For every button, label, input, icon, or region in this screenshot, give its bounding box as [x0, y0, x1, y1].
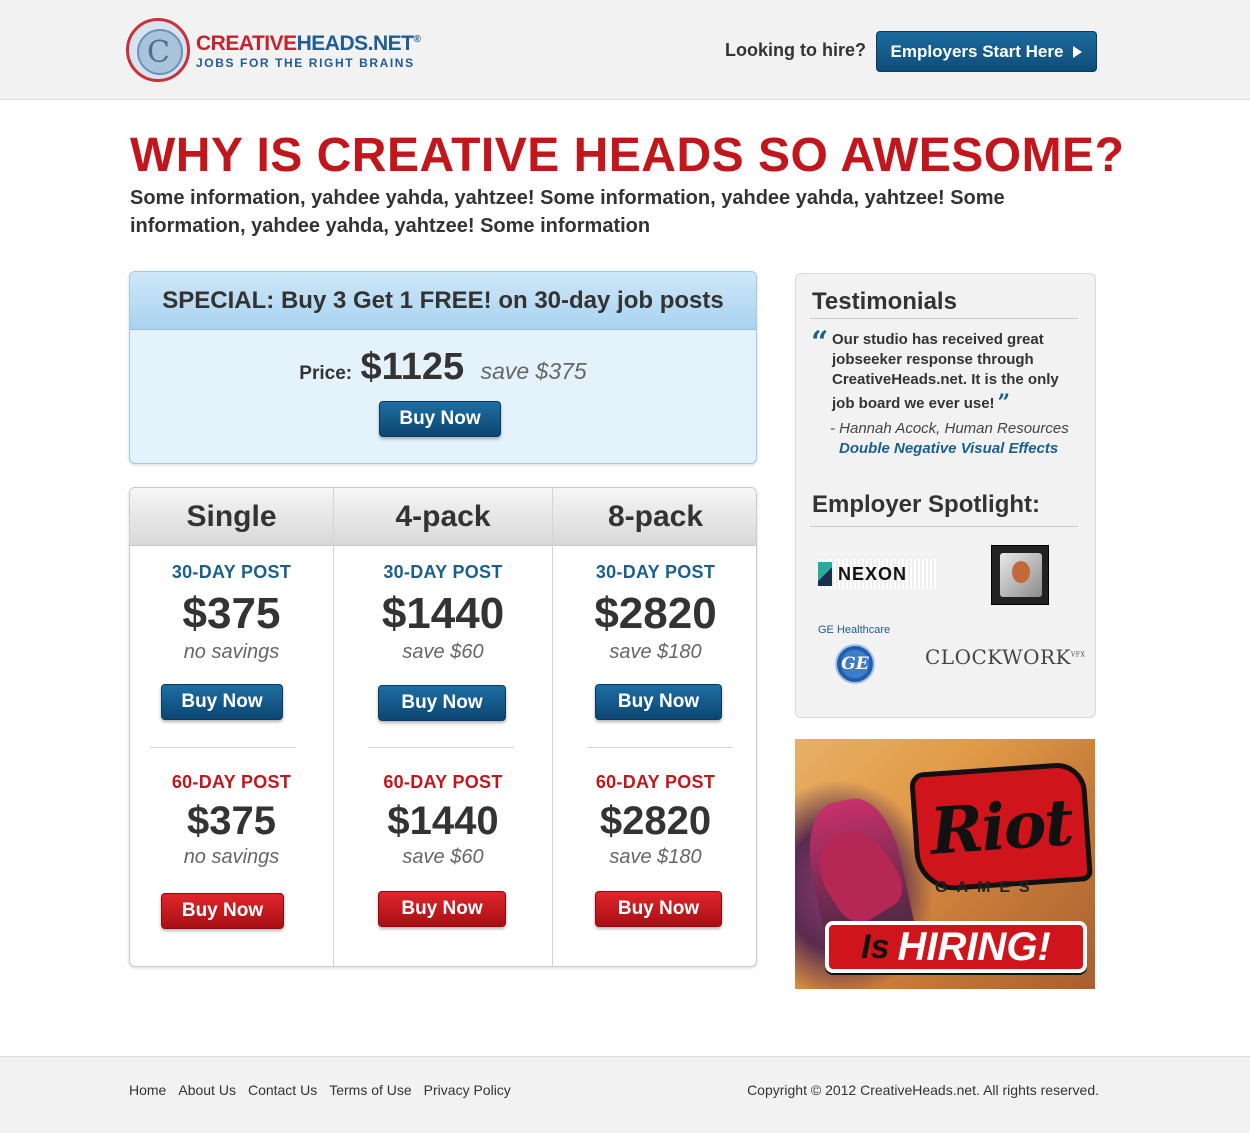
4-pack-60-day-buy-now-button[interactable]: Buy Now — [378, 891, 506, 927]
tier-savings: save $180 — [609, 846, 702, 868]
site-header: C CREATIVEHEADS.NET® JOBS FOR THE RIGHT … — [0, 0, 1250, 100]
8-pack-30-day-buy-now-button[interactable]: Buy Now — [595, 684, 722, 720]
testimonial-company-link[interactable]: Double Negative Visual Effects — [839, 440, 1058, 457]
testimonial-author: - Hannah Acock, Human Resources — [830, 420, 1069, 437]
copyright-text: Copyright © 2012 CreativeHeads.net. All … — [747, 1082, 1099, 1098]
site-logo[interactable]: C CREATIVEHEADS.NET® JOBS FOR THE RIGHT … — [126, 18, 421, 84]
tier-price: $375 — [187, 799, 276, 843]
riot-games-hiring-ad[interactable]: Riot GAMES Is HIRING! — [795, 739, 1095, 989]
tier-label: 60-DAY POST — [595, 772, 716, 792]
pricing-column-single: Single 30-DAY POST $375 no savings Buy N… — [130, 488, 334, 966]
tier-price: $2820 — [594, 589, 717, 638]
pricing-column-4-pack: 4-pack 30-DAY POST $1440 save $60 Buy No… — [334, 488, 553, 966]
page-headline: WHY IS CREATIVE HEADS SO AWESOME? — [130, 129, 1125, 182]
footer-link-about[interactable]: About Us — [178, 1082, 236, 1098]
single-60-day-buy-now-button[interactable]: Buy Now — [161, 893, 284, 929]
tier-price: $1440 — [387, 799, 499, 843]
hire-prompt: Looking to hire? — [725, 40, 866, 60]
sidebar-panel: Testimonials “ Our studio has received g… — [795, 273, 1096, 718]
tier-label: 30-DAY POST — [383, 562, 503, 582]
pricing-column-8-pack: 8-pack 30-DAY POST $2820 save $180 Buy N… — [553, 488, 756, 966]
special-price-row: Price: $1125 save $375 — [130, 346, 756, 389]
tier-30-day: 30-DAY POST $2820 save $180 — [553, 562, 756, 664]
special-offer-title: SPECIAL: Buy 3 Get 1 FREE! on 30-day job… — [130, 272, 756, 330]
tier-divider — [150, 747, 296, 748]
site-footer: Home About Us Contact Us Terms of Use Pr… — [0, 1056, 1250, 1133]
tier-60-day: 60-DAY POST $1440 save $60 — [334, 772, 552, 869]
tier-label: 30-DAY POST — [171, 562, 292, 582]
pricing-column-title: Single — [130, 488, 333, 546]
pricing-table: Single 30-DAY POST $375 no savings Buy N… — [129, 487, 757, 967]
tier-savings: save $60 — [402, 641, 484, 663]
intro-text: Some information, yahdee yahda, yahtzee!… — [130, 187, 1005, 237]
tier-30-day: 30-DAY POST $375 no savings — [130, 562, 333, 664]
tier-savings: save $180 — [609, 641, 702, 663]
tier-label: 30-DAY POST — [595, 562, 716, 582]
logo-emblem-icon: C — [126, 18, 190, 82]
section-divider — [810, 526, 1078, 527]
tier-divider — [368, 747, 514, 748]
tier-savings: save $60 — [402, 846, 484, 868]
cube-face-icon — [1000, 553, 1042, 597]
single-30-day-buy-now-button[interactable]: Buy Now — [161, 684, 283, 720]
employer-spotlight-title: Employer Spotlight: — [812, 491, 1040, 518]
arrow-right-icon — [1073, 45, 1083, 58]
nexon-wordmark: NEXON — [838, 563, 908, 584]
footer-link-contact[interactable]: Contact Us — [248, 1082, 317, 1098]
testimonials-title: Testimonials — [812, 288, 957, 315]
tier-savings: no savings — [183, 846, 280, 868]
quote-close-icon: ” — [997, 390, 1011, 416]
footer-link-privacy[interactable]: Privacy Policy — [424, 1082, 511, 1098]
riot-games-label: GAMES — [935, 879, 1039, 896]
logo-wordmark: CREATIVEHEADS.NET® — [196, 32, 421, 55]
is-hiring-banner: Is HIRING! — [825, 921, 1087, 973]
tier-price: $375 — [182, 589, 281, 638]
tier-60-day: 60-DAY POST $2820 save $180 — [553, 772, 756, 869]
hiring-text: HIRING! — [897, 924, 1051, 969]
footer-link-terms[interactable]: Terms of Use — [329, 1082, 411, 1098]
tier-30-day: 30-DAY POST $1440 save $60 — [334, 562, 552, 664]
tier-label: 60-DAY POST — [383, 772, 503, 792]
special-price-label: Price: — [299, 363, 353, 384]
tier-divider — [587, 747, 733, 748]
tier-savings: no savings — [183, 641, 280, 663]
riot-logo: Riot — [909, 761, 1093, 893]
tier-60-day: 60-DAY POST $375 no savings — [130, 772, 333, 869]
footer-link-home[interactable]: Home — [129, 1082, 166, 1098]
ge-logo[interactable]: GE — [835, 644, 875, 684]
is-text: Is — [861, 927, 890, 966]
tier-label: 60-DAY POST — [171, 772, 292, 792]
section-divider — [810, 318, 1078, 319]
8-pack-60-day-buy-now-button[interactable]: Buy Now — [595, 891, 722, 927]
4-pack-30-day-buy-now-button[interactable]: Buy Now — [378, 685, 506, 721]
footer-nav: Home About Us Contact Us Terms of Use Pr… — [129, 1082, 511, 1098]
pricing-column-title: 4-pack — [334, 488, 552, 546]
nexon-logo[interactable]: NEXON — [818, 559, 936, 589]
special-price-amount: $1125 — [360, 346, 465, 388]
clockwork-logo[interactable]: CLOCKWORKVFX — [925, 645, 1085, 669]
special-offer-box: SPECIAL: Buy 3 Get 1 FREE! on 30-day job… — [129, 271, 757, 464]
testimonial-quote: Our studio has received great jobseeker … — [832, 331, 1059, 416]
logo-tagline: JOBS FOR THE RIGHT BRAINS — [196, 56, 415, 70]
tier-price: $2820 — [599, 799, 712, 843]
pricing-column-title: 8-pack — [553, 488, 756, 546]
ge-healthcare-label: GE Healthcare — [818, 624, 891, 636]
quote-open-icon: “ — [811, 325, 829, 360]
special-buy-now-button[interactable]: Buy Now — [379, 401, 501, 437]
employers-start-button[interactable]: Employers Start Here — [876, 31, 1097, 72]
special-savings: save $375 — [480, 358, 587, 384]
employers-start-label: Employers Start Here — [890, 41, 1064, 61]
nexon-mark-icon — [818, 562, 832, 586]
game-studio-cube-logo[interactable] — [991, 545, 1049, 605]
tier-price: $1440 — [381, 589, 505, 638]
